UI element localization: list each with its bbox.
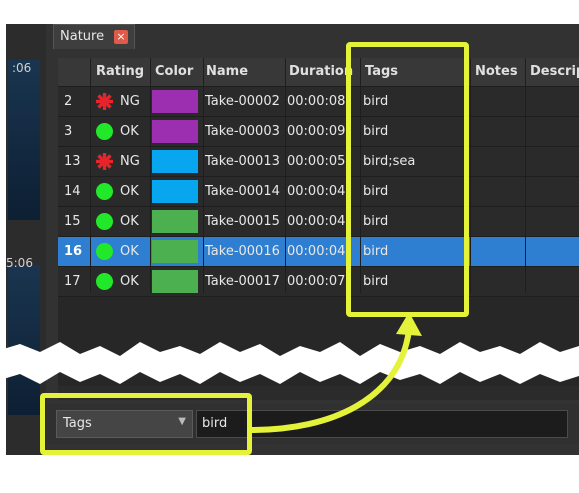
callout-arrow (251, 312, 422, 433)
screenshot-frame: :06 5:06 Nature × Rating Color Name Dura… (0, 0, 579, 493)
